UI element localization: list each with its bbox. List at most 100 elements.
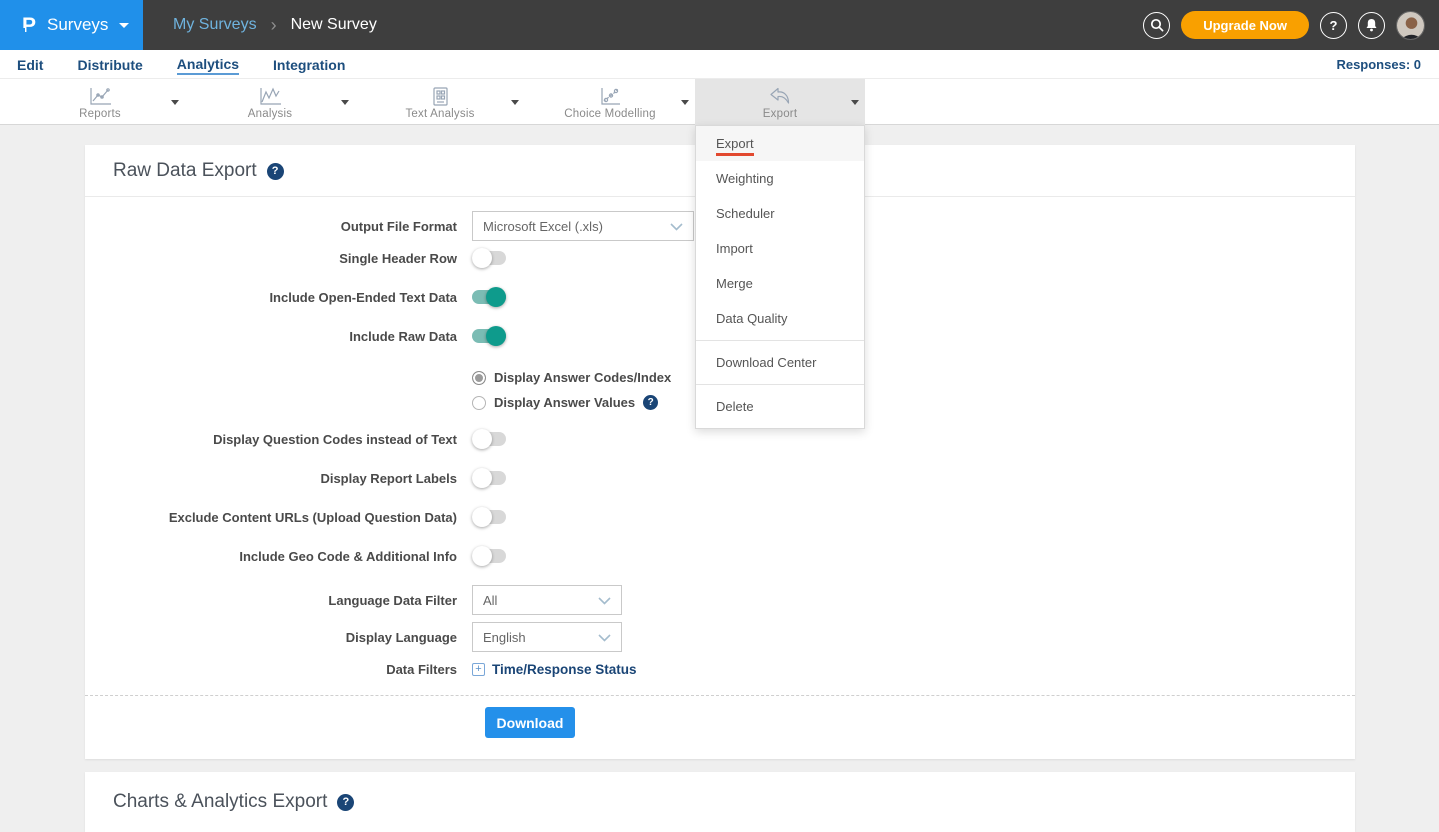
menu-item-merge-label: Merge [716, 276, 753, 291]
bell-icon [1365, 18, 1378, 32]
display-language-label: Display Language [85, 630, 457, 645]
display-answer-values-option[interactable]: Display Answer Values ? [472, 390, 1355, 415]
charts-analytics-export-title: Charts & Analytics Export [113, 791, 327, 813]
time-response-status-link[interactable]: Time/Response Status [492, 662, 637, 677]
data-filters-label: Data Filters [85, 662, 457, 677]
menu-item-download-center[interactable]: Download Center [696, 345, 864, 380]
raw-data-export-title: Raw Data Export [113, 160, 257, 182]
help-button[interactable]: ? [1320, 12, 1347, 39]
breadcrumb: My Surveys › New Survey [173, 15, 377, 36]
display-language-row: Display Language English [85, 622, 1355, 652]
tab-analytics[interactable]: Analytics [177, 54, 239, 75]
radio-unselected-icon[interactable] [472, 396, 486, 410]
single-header-row-toggle[interactable] [472, 251, 506, 265]
toolbar-reports-label: Reports [79, 108, 121, 120]
question-mark-icon: ? [1330, 18, 1338, 33]
survey-nav-tabs: Edit Distribute Analytics Integration Re… [0, 50, 1439, 79]
include-raw-data-toggle[interactable] [472, 329, 506, 343]
display-answer-codes-option[interactable]: Display Answer Codes/Index [472, 365, 1355, 390]
language-data-filter-select[interactable]: All [472, 585, 622, 615]
answer-values-help-icon[interactable]: ? [643, 395, 658, 410]
text-analysis-dropdown-caret[interactable] [511, 100, 519, 105]
menu-item-download-center-label: Download Center [716, 355, 816, 370]
toolbar-reports[interactable]: Reports [15, 79, 185, 125]
exclude-content-urls-row: Exclude Content URLs (Upload Question Da… [85, 507, 1355, 527]
chevron-down-icon [670, 219, 683, 234]
toolbar-choice-modelling-label: Choice Modelling [564, 108, 655, 120]
toolbar-text-analysis-label: Text Analysis [405, 108, 474, 120]
export-dropdown-caret[interactable] [851, 100, 859, 105]
menu-item-export-label: Export [716, 136, 754, 156]
menu-item-data-quality[interactable]: Data Quality [696, 301, 864, 336]
top-bar: P Surveys My Surveys › New Survey Upgrad… [0, 0, 1439, 50]
data-filters-row: Data Filters + Time/Response Status [85, 659, 1355, 679]
chevron-down-icon [598, 593, 611, 608]
download-button[interactable]: Download [485, 707, 575, 738]
toolbar-export[interactable]: Export [695, 79, 865, 125]
geo-code-toggle[interactable] [472, 549, 506, 563]
display-language-value: English [483, 630, 526, 645]
choice-modelling-chart-icon [597, 85, 623, 107]
search-button[interactable] [1143, 12, 1170, 39]
toolbar-choice-modelling[interactable]: Choice Modelling [525, 79, 695, 125]
display-answer-codes-label: Display Answer Codes/Index [494, 370, 671, 385]
reports-dropdown-caret[interactable] [171, 100, 179, 105]
tab-edit[interactable]: Edit [17, 55, 43, 73]
display-language-select[interactable]: English [472, 622, 622, 652]
exclude-content-urls-label: Exclude Content URLs (Upload Question Da… [85, 510, 457, 525]
include-open-ended-label: Include Open-Ended Text Data [85, 290, 457, 305]
include-raw-data-label: Include Raw Data [85, 329, 457, 344]
chevron-down-icon [598, 630, 611, 645]
chevron-down-icon [119, 23, 129, 28]
notifications-button[interactable] [1358, 12, 1385, 39]
question-codes-label: Display Question Codes instead of Text [85, 432, 457, 447]
export-dropdown-menu: Export Weighting Scheduler Import Merge … [695, 125, 865, 429]
responses-count: Responses: 0 [1336, 57, 1439, 72]
breadcrumb-separator-icon: › [271, 15, 277, 36]
output-file-format-select[interactable]: Microsoft Excel (.xls) [472, 211, 694, 241]
menu-item-import-label: Import [716, 241, 753, 256]
menu-item-weighting[interactable]: Weighting [696, 161, 864, 196]
radio-selected-icon[interactable] [472, 371, 486, 385]
question-codes-toggle[interactable] [472, 432, 506, 446]
language-data-filter-row: Language Data Filter All [85, 585, 1355, 615]
toolbar-export-label: Export [763, 108, 797, 120]
menu-item-scheduler[interactable]: Scheduler [696, 196, 864, 231]
plus-square-icon: + [472, 663, 485, 676]
menu-item-import[interactable]: Import [696, 231, 864, 266]
raw-data-export-help-icon[interactable]: ? [267, 163, 284, 180]
breadcrumb-my-surveys[interactable]: My Surveys [173, 16, 257, 34]
menu-item-delete[interactable]: Delete [696, 389, 864, 424]
menu-item-export[interactable]: Export [696, 126, 864, 161]
breadcrumb-new-survey: New Survey [291, 16, 377, 34]
menu-divider [696, 340, 864, 341]
upgrade-now-button[interactable]: Upgrade Now [1181, 11, 1309, 39]
charts-analytics-export-card: Charts & Analytics Export ? [85, 772, 1355, 832]
logo-label: Surveys [47, 15, 108, 35]
output-file-format-value: Microsoft Excel (.xls) [483, 219, 603, 234]
toolbar-analysis[interactable]: Analysis [185, 79, 355, 125]
include-open-ended-toggle[interactable] [472, 290, 506, 304]
language-data-filter-value: All [483, 593, 497, 608]
single-header-row-label: Single Header Row [85, 251, 457, 266]
toolbar-text-analysis[interactable]: Text Analysis [355, 79, 525, 125]
toolbar-analysis-label: Analysis [248, 108, 292, 120]
analytics-toolbar: Reports Analysis Text Analysis Choice Mo… [0, 79, 1439, 125]
menu-item-data-quality-label: Data Quality [716, 311, 788, 326]
charts-analytics-export-header: Charts & Analytics Export ? [85, 772, 1355, 827]
exclude-content-urls-toggle[interactable] [472, 510, 506, 524]
tab-integration[interactable]: Integration [273, 55, 345, 73]
geo-code-row: Include Geo Code & Additional Info [85, 546, 1355, 566]
tab-distribute[interactable]: Distribute [77, 55, 142, 73]
charts-analytics-export-help-icon[interactable]: ? [337, 794, 354, 811]
question-codes-row: Display Question Codes instead of Text [85, 429, 1355, 449]
surveys-app-switcher[interactable]: P Surveys [0, 0, 143, 50]
analysis-dropdown-caret[interactable] [341, 100, 349, 105]
export-arrow-icon [767, 85, 793, 107]
menu-item-merge[interactable]: Merge [696, 266, 864, 301]
output-file-format-label: Output File Format [85, 219, 457, 234]
choice-modelling-dropdown-caret[interactable] [681, 100, 689, 105]
report-labels-toggle[interactable] [472, 471, 506, 485]
report-labels-label: Display Report Labels [85, 471, 457, 486]
user-avatar[interactable] [1396, 11, 1425, 40]
